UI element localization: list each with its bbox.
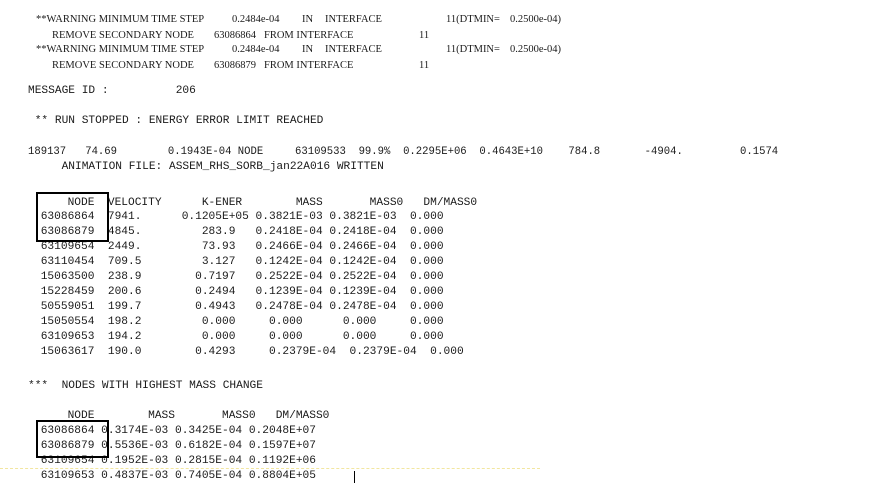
- table-row: 63109653 0.4837E-03 0.7405E-04 0.8804E+0…: [34, 470, 316, 482]
- warning-2-value: 0.2484e-04: [232, 44, 280, 55]
- warning-1-interface: INTERFACE: [325, 14, 382, 25]
- table-row: 63110454 709.5 3.127 0.1242E-04 0.1242E-…: [34, 256, 444, 268]
- remove-1-label: REMOVE SECONDARY NODE: [52, 30, 194, 41]
- warning-1-in: IN: [302, 14, 314, 25]
- highlight-box-table1: [36, 192, 109, 242]
- warning-1-dtmin: 11(DTMIN=: [446, 14, 500, 25]
- warning-2-label: **WARNING MINIMUM TIME STEP: [36, 44, 205, 55]
- remove-2-from: FROM INTERFACE: [264, 60, 354, 71]
- warning-2-in: IN: [302, 44, 314, 55]
- table-row: 15063500 238.9 0.7197 0.2522E-04 0.2522E…: [34, 271, 444, 283]
- highlight-box-table2: [36, 420, 109, 458]
- run-stopped-line: ** RUN STOPPED : ENERGY ERROR LIMIT REAC…: [28, 115, 324, 127]
- warning-1-dtmin-value: 0.2500e-04): [510, 14, 562, 25]
- table-row: 50559051 199.7 0.4943 0.2478E-04 0.2478E…: [34, 301, 444, 313]
- status-line: 189137 74.69 0.1943E-04 NODE 63109533 99…: [28, 146, 779, 158]
- table-row: 15063617 190.0 0.4293 0.2379E-04 0.2379E…: [34, 346, 464, 358]
- warning-2-interface: INTERFACE: [325, 44, 382, 55]
- remove-2-node: 63086879: [214, 60, 256, 71]
- table-row: 63109654 2449. 73.93 0.2466E-04 0.2466E-…: [34, 241, 444, 253]
- animation-file-line: ANIMATION FILE: ASSEM_RHS_SORB_jan22A016…: [28, 161, 384, 173]
- table-row: 15050554 198.2 0.000 0.000 0.000 0.000: [34, 316, 444, 328]
- remove-1-from: FROM INTERFACE: [264, 30, 354, 41]
- table-row: 63109653 194.2 0.000 0.000 0.000 0.000: [34, 331, 444, 343]
- warning-1-label: **WARNING MINIMUM TIME STEP: [36, 14, 205, 25]
- warning-2-dtmin: 11(DTMIN=: [446, 44, 500, 55]
- remove-1-node: 63086864: [214, 30, 256, 41]
- remove-2-number: 11: [419, 60, 430, 71]
- table-row: 15228459 200.6 0.2494 0.1239E-04 0.1239E…: [34, 286, 444, 298]
- text-cursor[interactable]: [354, 471, 355, 483]
- warning-2-dtmin-value: 0.2500e-04): [510, 44, 562, 55]
- remove-2-label: REMOVE SECONDARY NODE: [52, 60, 194, 71]
- warning-1-value: 0.2484e-04: [232, 14, 280, 25]
- current-line-marker: [0, 468, 540, 469]
- table2-title: *** NODES WITH HIGHEST MASS CHANGE: [28, 380, 263, 392]
- message-id-line: MESSAGE ID : 206: [28, 85, 196, 97]
- remove-1-number: 11: [419, 30, 430, 41]
